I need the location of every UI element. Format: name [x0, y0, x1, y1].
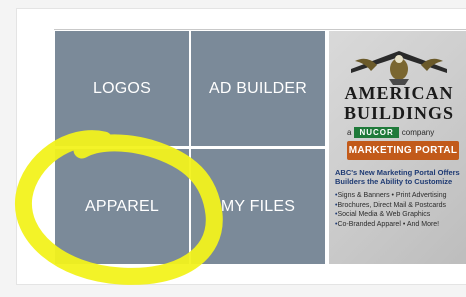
nucor-badge: NUCOR	[354, 126, 399, 138]
tile-ad-builder[interactable]: AD BUILDER	[191, 31, 325, 146]
tile-logos[interactable]: LOGOS	[55, 31, 189, 146]
promo-bullet: Social Media & Web Graphics	[335, 210, 466, 220]
nucor-row: a NUCOR company	[347, 126, 457, 138]
tile-ad-builder-label: AD BUILDER	[208, 79, 308, 97]
tile-my-files-label: MY FILES	[220, 197, 296, 215]
promo-bullet: Brochures, Direct Mail & Postcards	[335, 201, 466, 211]
brand-american: AMERICAN	[344, 83, 454, 103]
marketing-portal-promo[interactable]: AMERICAN BUILDINGS a NUCOR company MARKE…	[329, 31, 466, 264]
promo-headline: ABC's New Marketing Portal Offers Builde…	[335, 168, 460, 186]
tile-apparel[interactable]: APPAREL	[55, 149, 189, 264]
marketing-portal-banner: MARKETING PORTAL	[347, 141, 459, 160]
top-divider	[54, 29, 466, 30]
tile-apparel-label: APPAREL	[84, 197, 160, 215]
tile-logos-label: LOGOS	[93, 79, 151, 97]
promo-bullet-list: Signs & Banners • Print Advertising Broc…	[335, 191, 466, 229]
nucor-suffix: company	[401, 127, 435, 137]
tile-my-files[interactable]: MY FILES	[191, 149, 325, 264]
brand-buildings: BUILDINGS	[343, 103, 455, 123]
promo-bullet: Signs & Banners • Print Advertising	[335, 191, 466, 201]
promo-bullet: Co-Branded Apparel • And More!	[335, 220, 466, 230]
nucor-prefix: a	[347, 127, 352, 137]
